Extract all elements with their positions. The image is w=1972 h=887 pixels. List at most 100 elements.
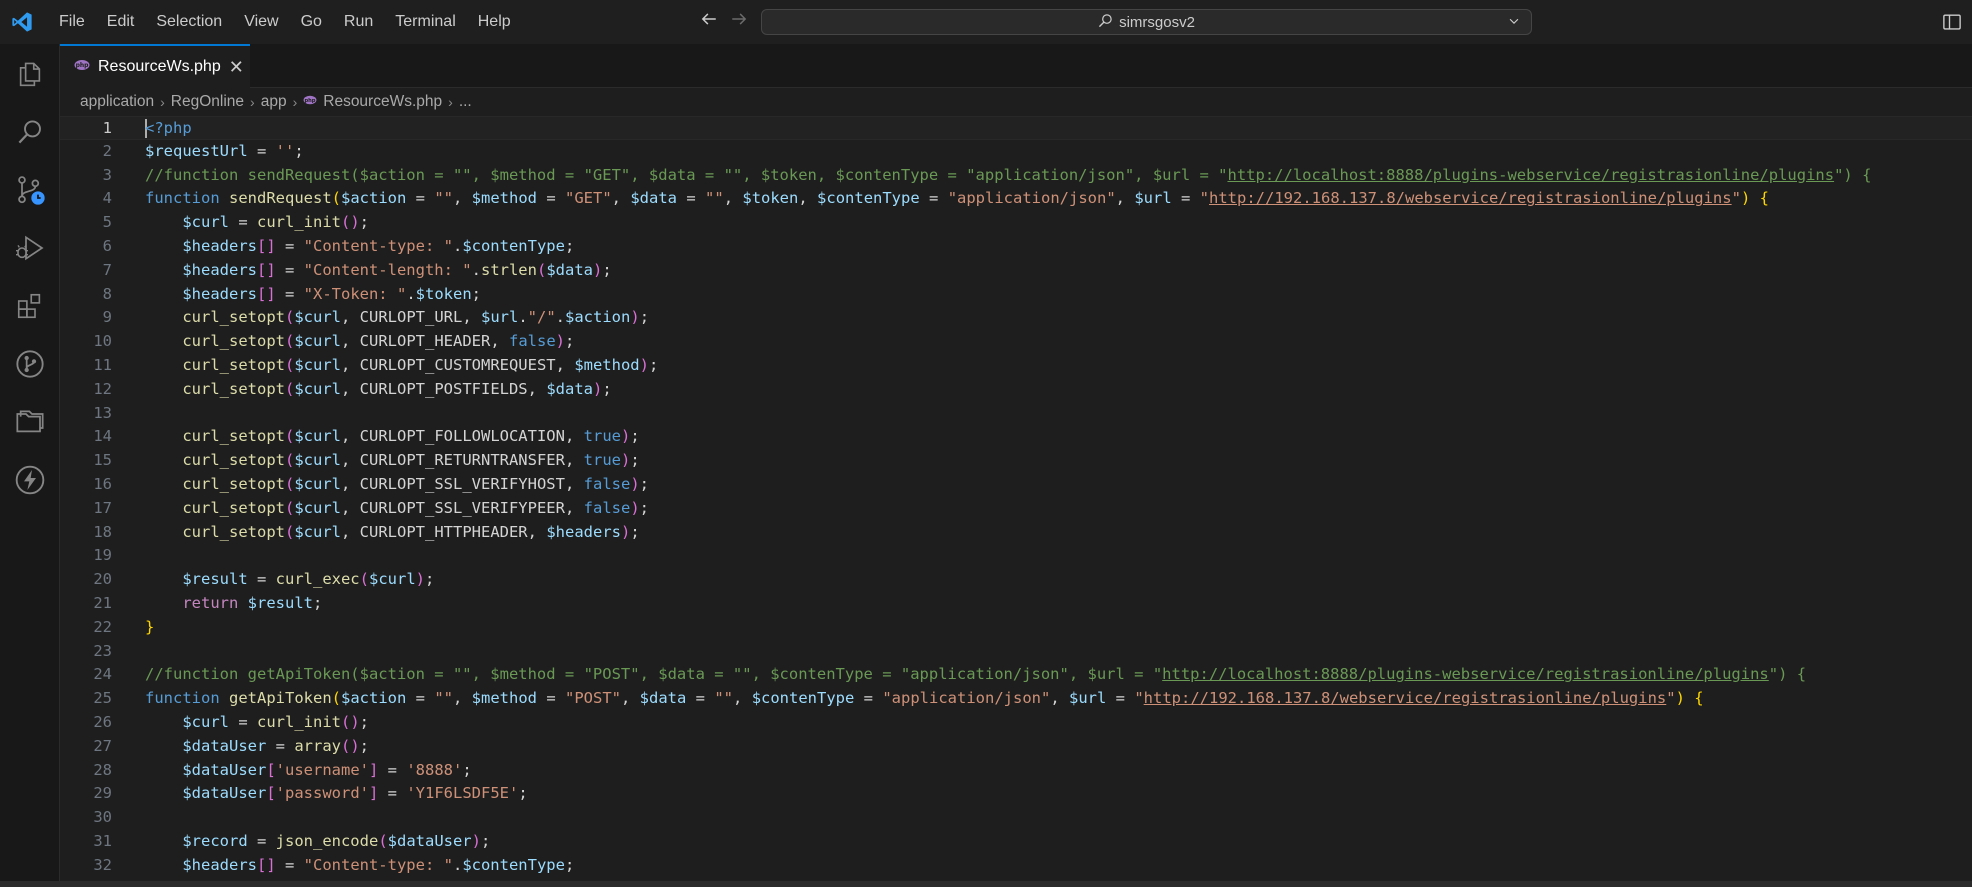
menu-terminal[interactable]: Terminal — [384, 0, 466, 44]
code-line[interactable]: 29 $dataUser['password'] = 'Y1F6LSDF5E'; — [60, 782, 1972, 806]
code-line[interactable]: 8 $headers[] = "X-Token: ".$token; — [60, 283, 1972, 307]
thunder-client-icon[interactable] — [14, 464, 46, 496]
code-token: curl_init — [257, 713, 341, 731]
code-token: . — [555, 308, 566, 327]
code-line[interactable]: 14 curl_setopt($curl, CURLOPT_FOLLOWLOCA… — [60, 425, 1972, 449]
code-line[interactable]: 1 <?php — [60, 116, 1972, 140]
breadcrumb-item-symbol[interactable]: ... — [459, 93, 472, 111]
code-token: $curl — [294, 475, 341, 493]
chevron-down-icon[interactable] — [1507, 14, 1521, 32]
code-editor[interactable]: 1 <?php 2 $requestUrl = ''; 3 //function send… — [60, 116, 1972, 881]
code-line[interactable]: 22} — [60, 616, 1972, 640]
code-line[interactable]: 30 — [60, 806, 1972, 830]
git-graph-icon[interactable] — [14, 348, 46, 380]
code-line[interactable]: 26 $curl = curl_init(); — [60, 711, 1972, 735]
code-line[interactable]: 28 $dataUser['username'] = '8888'; — [60, 759, 1972, 783]
line-number: 12 — [93, 379, 112, 398]
code-text: curl_setopt($curl, CURLOPT_SSL_VERIFYPEE… — [145, 497, 649, 521]
code-line[interactable]: 15 curl_setopt($curl, CURLOPT_RETURNTRAN… — [60, 449, 1972, 473]
code-line[interactable]: 6 $headers[] = "Content-type: ".$contenT… — [60, 235, 1972, 259]
code-token: , — [341, 427, 360, 446]
code-line[interactable]: 4 function sendRequest($action = "", $met… — [60, 187, 1972, 211]
breadcrumb-item-file[interactable]: ResourceWs.php — [323, 93, 442, 111]
code-line[interactable]: 31 $record = json_encode($dataUser); — [60, 830, 1972, 854]
code-token: $dataUser — [182, 760, 267, 779]
editor-tab-bar: php ResourceWs.php ✕ — [60, 44, 1972, 88]
breadcrumb-item-application[interactable]: application — [80, 93, 154, 111]
line-number: 18 — [93, 522, 112, 541]
code-token: ) — [639, 356, 649, 374]
forward-arrow-icon[interactable] — [730, 10, 748, 34]
code-text: $headers[] = "Content-length: ".strlen($… — [145, 259, 611, 283]
code-line[interactable]: 18 curl_setopt($curl, CURLOPT_HTTPHEADER… — [60, 521, 1972, 545]
code-token: [ — [266, 784, 276, 803]
code-token: ; — [630, 522, 640, 541]
code-token: 'password' — [275, 784, 369, 803]
code-token: $contenType — [462, 237, 565, 255]
code-token: = — [378, 784, 407, 803]
extensions-icon[interactable] — [14, 290, 46, 322]
code-line[interactable]: 9 curl_setopt($curl, CURLOPT_URL, $url."… — [60, 306, 1972, 330]
code-line[interactable]: 2 $requestUrl = ''; — [60, 140, 1972, 164]
back-arrow-icon[interactable] — [700, 10, 718, 34]
navigation-arrows — [700, 0, 748, 44]
breadcrumb-item-regonline[interactable]: RegOnline — [171, 93, 244, 111]
code-token: , — [564, 475, 584, 493]
code-line[interactable]: 21 return $result; — [60, 592, 1972, 616]
code-line[interactable]: 27 $dataUser = array(); — [60, 735, 1972, 759]
code-text: $curl = curl_init(); — [145, 711, 369, 735]
code-token: , — [341, 379, 360, 398]
project-manager-icon[interactable] — [14, 406, 46, 438]
menu-selection[interactable]: Selection — [145, 0, 233, 44]
code-line[interactable]: 16 curl_setopt($curl, CURLOPT_SSL_VERIFY… — [60, 473, 1972, 497]
code-line[interactable]: 13 — [60, 402, 1972, 426]
code-line[interactable]: 17 curl_setopt($curl, CURLOPT_SSL_VERIFY… — [60, 497, 1972, 521]
menu-help[interactable]: Help — [467, 0, 522, 44]
code-line[interactable]: 5 $curl = curl_init(); — [60, 211, 1972, 235]
code-token: , — [462, 308, 481, 327]
explorer-icon[interactable] — [14, 58, 46, 90]
menu-view[interactable]: View — [233, 0, 289, 44]
code-line[interactable]: 32 $headers[] = "Content-type: ".$conten… — [60, 854, 1972, 878]
code-line[interactable]: 25 function getApiToken($action = "", $me… — [60, 687, 1972, 711]
code-line[interactable]: 10 curl_setopt($curl, CURLOPT_HEADER, fa… — [60, 330, 1972, 354]
code-token: ( — [378, 832, 388, 850]
code-line[interactable]: 11 curl_setopt($curl, CURLOPT_CUSTOMREQU… — [60, 354, 1972, 378]
code-line[interactable]: 19 — [60, 544, 1972, 568]
code-line[interactable]: 24 //function getApiToken($action = "", $… — [60, 663, 1972, 687]
search-icon[interactable] — [14, 116, 46, 148]
menu-run[interactable]: Run — [333, 0, 384, 44]
command-center-search[interactable]: simrsgosv2 — [761, 9, 1532, 35]
code-token: ; — [294, 141, 304, 160]
code-line[interactable]: 23 — [60, 640, 1972, 664]
code-line[interactable]: 20 $result = curl_exec($curl); — [60, 568, 1972, 592]
code-line[interactable]: 7 $headers[] = "Content-length: ".strlen… — [60, 259, 1972, 283]
source-control-icon[interactable] — [14, 174, 46, 206]
code-line[interactable]: 12 curl_setopt($curl, CURLOPT_POSTFIELDS… — [60, 378, 1972, 402]
menu-bar: File Edit Selection View Go Run Terminal… — [48, 0, 522, 44]
code-text: curl_setopt($curl, CURLOPT_HTTPHEADER, $… — [145, 521, 640, 545]
menu-go[interactable]: Go — [290, 0, 333, 44]
code-token: CURLOPT_CUSTOMREQUEST — [359, 356, 556, 374]
tab-resourcews-php[interactable]: php ResourceWs.php ✕ — [60, 44, 250, 88]
menu-edit[interactable]: Edit — [96, 0, 146, 44]
menu-file[interactable]: File — [48, 0, 96, 44]
code-token: ; — [518, 784, 528, 803]
code-token: ( — [284, 379, 295, 398]
code-token: ; — [648, 356, 659, 374]
breadcrumb-item-app[interactable]: app — [261, 93, 287, 111]
close-icon[interactable]: ✕ — [229, 57, 244, 78]
code-token: = — [537, 189, 565, 208]
code-token: = — [229, 213, 257, 232]
toggle-sidebar-icon[interactable] — [1942, 12, 1962, 37]
code-line[interactable]: 3 //function sendRequest($action = "", $m… — [60, 164, 1972, 188]
code-token: ) — [1740, 189, 1751, 208]
code-token: = — [686, 689, 715, 708]
run-debug-icon[interactable] — [14, 232, 46, 264]
code-token: ( — [536, 260, 547, 279]
code-token: "Content-length: " — [303, 260, 472, 279]
